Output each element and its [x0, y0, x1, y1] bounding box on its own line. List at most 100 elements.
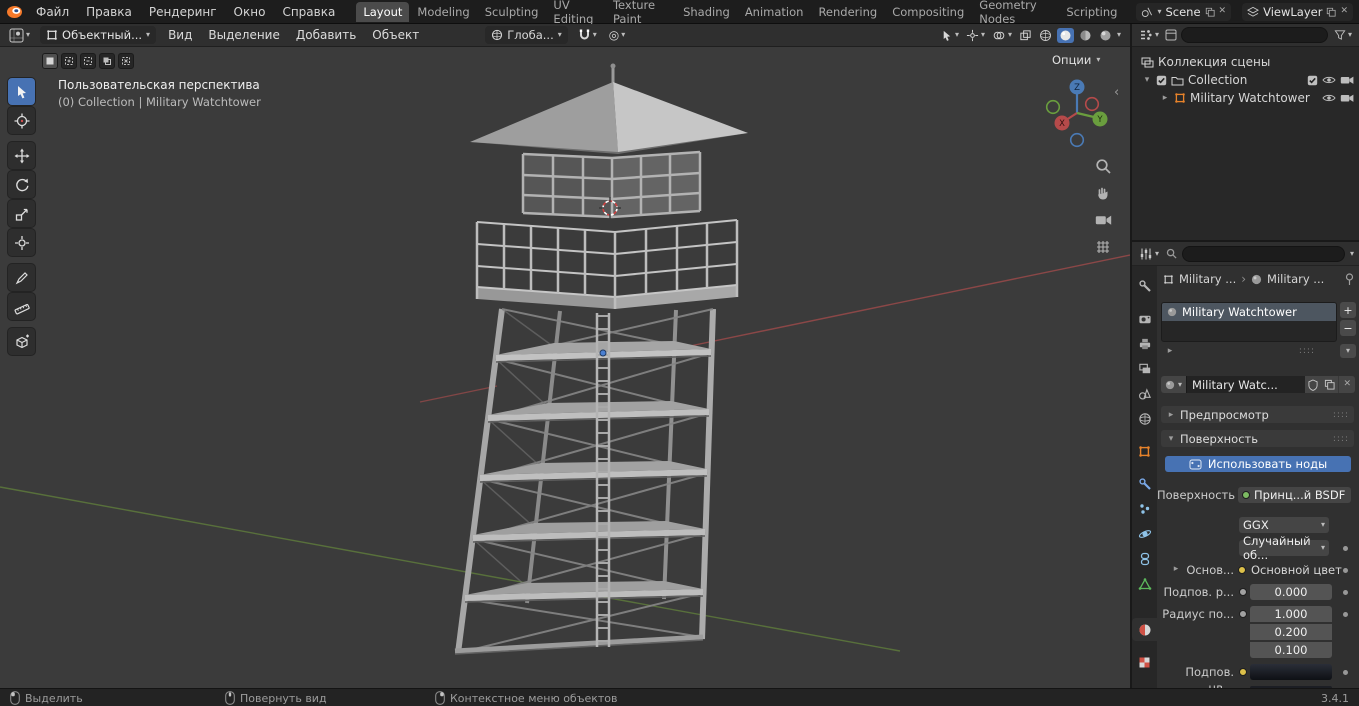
proportional-editing-toggle[interactable]: ◎ ▾: [607, 27, 628, 43]
outliner-editor-type-button[interactable]: ▾: [1137, 27, 1161, 43]
select-mode-intersect-button[interactable]: [118, 53, 134, 69]
tab-tool[interactable]: [1132, 274, 1157, 297]
tab-output[interactable]: [1132, 332, 1157, 355]
expand-icon[interactable]: ▾: [1142, 75, 1152, 85]
menu-render[interactable]: Рендеринг: [141, 3, 225, 21]
show-overlays-toggle[interactable]: ▾: [990, 28, 1014, 43]
disable-render-camera-icon[interactable]: [1340, 75, 1354, 85]
menu-add[interactable]: Добавить: [292, 26, 360, 44]
tab-render[interactable]: [1132, 307, 1157, 330]
menu-window[interactable]: Окно: [226, 3, 274, 21]
tool-move[interactable]: [8, 142, 35, 169]
panel-preview[interactable]: ▸ Предпросмотр ::::: [1161, 406, 1354, 423]
tool-measure[interactable]: [8, 293, 35, 320]
tab-material[interactable]: [1132, 618, 1157, 641]
new-scene-icon[interactable]: [1205, 7, 1215, 17]
menu-select[interactable]: Выделение: [204, 26, 283, 44]
properties-editor-type-button[interactable]: ▾: [1137, 246, 1161, 262]
viewport-options-dropdown[interactable]: Опции ▾: [1052, 53, 1100, 67]
remove-viewlayer-icon[interactable]: ✕: [1340, 7, 1348, 16]
snap-toggle[interactable]: ▾: [576, 27, 599, 43]
shading-solid-button[interactable]: [1056, 27, 1074, 43]
scene-selector[interactable]: ▾ Scene ✕: [1136, 2, 1232, 21]
selectability-dropdown[interactable]: ▾: [938, 28, 961, 43]
camera-view-button[interactable]: [1092, 209, 1114, 231]
toggle-ortho-button[interactable]: [1092, 236, 1114, 258]
add-slot-button[interactable]: +: [1340, 302, 1356, 318]
workspace-tab-modeling[interactable]: Modeling: [410, 2, 476, 22]
slot-specials-button[interactable]: ▾: [1340, 344, 1356, 358]
animate-dot[interactable]: [1343, 670, 1348, 675]
select-mode-invert-button[interactable]: [99, 53, 115, 69]
viewport-3d[interactable]: Опции ▾ Пользовательская перспектива (0)…: [0, 47, 1130, 688]
select-mode-extend-button[interactable]: [61, 53, 77, 69]
chevron-down-icon[interactable]: ▾: [1350, 249, 1354, 258]
outliner-row-object[interactable]: ▸ Military Watchtower: [1132, 89, 1359, 107]
outliner-filter-button[interactable]: ▾: [1332, 28, 1354, 42]
shading-wireframe-button[interactable]: [1037, 28, 1054, 43]
navigation-gizmo[interactable]: Z X Y: [1036, 75, 1120, 159]
editor-type-button[interactable]: ▾: [7, 27, 32, 44]
blender-logo-icon[interactable]: [6, 5, 23, 19]
hide-eye-icon[interactable]: [1322, 93, 1336, 103]
workspace-tab-layout[interactable]: Layout: [356, 1, 410, 22]
tool-cursor[interactable]: [8, 107, 35, 134]
exclude-checkbox[interactable]: [1307, 75, 1318, 86]
viewlayer-selector[interactable]: ViewLayer ✕: [1242, 2, 1353, 21]
use-nodes-button[interactable]: Использовать ноды: [1165, 456, 1351, 472]
shading-rendered-button[interactable]: [1097, 28, 1114, 43]
radius-y-field[interactable]: 0.200: [1250, 624, 1332, 640]
drag-grip[interactable]: ::::: [1299, 346, 1315, 356]
tool-scale[interactable]: [8, 200, 35, 227]
select-mode-subtract-button[interactable]: [80, 53, 96, 69]
outliner-row-collection[interactable]: ▾ Collection: [1132, 71, 1359, 89]
workspace-tab-shading[interactable]: Shading: [676, 2, 737, 22]
radius-z-field[interactable]: 0.100: [1250, 642, 1332, 658]
menu-edit[interactable]: Правка: [78, 3, 140, 21]
menu-file[interactable]: Файл: [28, 3, 77, 21]
expand-icon[interactable]: ▸: [1160, 93, 1170, 103]
pan-button[interactable]: [1092, 182, 1114, 204]
sidebar-collapse-arrow[interactable]: ‹: [1114, 85, 1119, 100]
workspace-tab-rendering[interactable]: Rendering: [811, 2, 884, 22]
tab-scene[interactable]: [1132, 382, 1157, 405]
remove-slot-button[interactable]: −: [1340, 320, 1356, 336]
xray-toggle[interactable]: [1017, 28, 1034, 43]
material-name-field[interactable]: Military Watc...: [1186, 376, 1306, 393]
animate-dot[interactable]: [1343, 546, 1348, 551]
workspace-tab-scripting[interactable]: Scripting: [1059, 2, 1124, 22]
mode-dropdown[interactable]: Объектный... ▾: [40, 26, 157, 44]
select-mode-new-button[interactable]: [42, 53, 58, 69]
panel-surface[interactable]: ▾ Поверхность ::::: [1161, 430, 1354, 447]
tab-modifiers[interactable]: [1132, 472, 1157, 495]
workspace-tab-sculpting[interactable]: Sculpting: [478, 2, 546, 22]
animate-dot[interactable]: [1343, 590, 1348, 595]
outliner-display-mode-icon[interactable]: [1165, 29, 1177, 41]
tab-view-layer[interactable]: [1132, 357, 1157, 380]
unlink-material-button[interactable]: ✕: [1338, 376, 1355, 393]
transform-orientation-dropdown[interactable]: Глоба... ▾: [485, 26, 568, 44]
properties-search-input[interactable]: [1182, 245, 1345, 262]
tab-object[interactable]: [1132, 440, 1157, 463]
tool-annotate[interactable]: [8, 264, 35, 291]
show-gizmo-toggle[interactable]: ▾: [964, 28, 987, 43]
collection-checkbox[interactable]: [1156, 75, 1167, 86]
tab-world[interactable]: [1132, 407, 1157, 430]
outliner-row-scene-collection[interactable]: Коллекция сцены: [1132, 53, 1359, 71]
shading-material-button[interactable]: [1077, 28, 1094, 43]
workspace-tab-animation[interactable]: Animation: [738, 2, 811, 22]
tool-select-box[interactable]: [8, 78, 35, 105]
breadcrumb-object[interactable]: Military ...: [1179, 272, 1236, 286]
menu-object[interactable]: Объект: [368, 26, 423, 44]
surface-shader-field[interactable]: Принц...й BSDF: [1238, 487, 1351, 503]
tab-constraints[interactable]: [1132, 547, 1157, 570]
menu-help[interactable]: Справка: [274, 3, 343, 21]
zoom-button[interactable]: [1092, 155, 1114, 177]
subsurface-value-field[interactable]: 0.000: [1250, 584, 1332, 600]
copy-material-button[interactable]: [1321, 376, 1339, 393]
base-color-row[interactable]: Основной цвет: [1238, 562, 1342, 578]
tab-physics[interactable]: [1132, 522, 1157, 545]
breadcrumb-material[interactable]: Military ...: [1267, 272, 1324, 286]
menu-view[interactable]: Вид: [164, 26, 196, 44]
shading-options-chevron[interactable]: ▾: [1117, 31, 1121, 39]
